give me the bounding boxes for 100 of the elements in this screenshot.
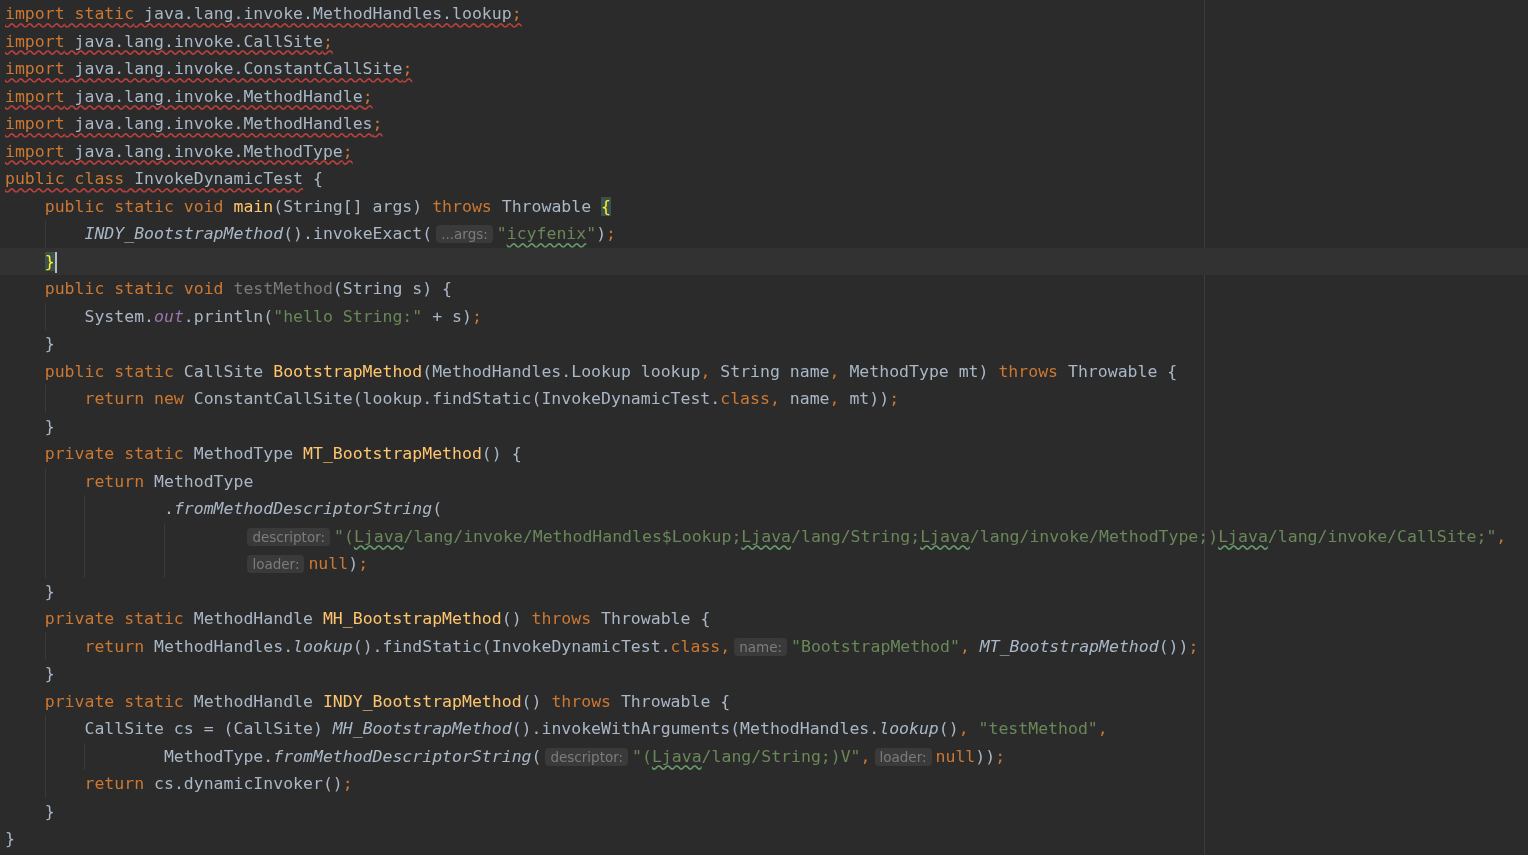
string-literal: Ljava	[920, 526, 970, 546]
string-literal: /lang/String;)V"	[701, 746, 861, 766]
code-text: )	[596, 224, 607, 243]
method-call: INDY_BootstrapMethod	[84, 224, 284, 243]
keyword: ;	[342, 141, 353, 161]
matched-brace: {	[601, 196, 611, 216]
keyword: public static void	[44, 279, 224, 298]
code-text: CallSite	[182, 361, 265, 381]
keyword: static	[73, 4, 135, 23]
keyword: ;	[889, 389, 900, 408]
code-text: ().findStatic(InvokeDynamicTest.	[352, 636, 671, 656]
code-text: MethodHandles.	[153, 636, 294, 656]
code-text: MethodHandle	[192, 691, 314, 711]
string-literal: /lang/invoke/CallSite;"	[1267, 526, 1497, 546]
string-literal: Ljava	[651, 746, 702, 766]
string-literal: "(	[334, 526, 354, 546]
code-text: CallSite cs = (CallSite)	[84, 719, 324, 738]
keyword: ;	[995, 746, 1006, 766]
keyword: import	[5, 86, 65, 106]
string-literal: Ljava	[741, 526, 791, 546]
string-literal: /lang/invoke/MethodType;)	[969, 526, 1219, 546]
code-text: Throwable {	[1066, 361, 1178, 381]
keyword: return new	[84, 389, 184, 408]
code-text: MethodType.	[163, 746, 274, 766]
keyword: public static	[44, 361, 174, 381]
keyword: return	[84, 471, 145, 491]
keyword: throws	[531, 609, 592, 628]
code-text: }	[44, 801, 55, 821]
keyword: ;	[402, 59, 413, 78]
method-name: MT_BootstrapMethod	[303, 444, 482, 463]
keyword: import	[5, 59, 65, 78]
keyword: private static	[44, 609, 184, 628]
code-text: ()	[521, 691, 543, 711]
keyword: ;	[372, 114, 383, 133]
keyword: import	[5, 4, 65, 23]
code-text: java.lang.invoke.MethodType	[73, 141, 343, 161]
keyword: return	[84, 774, 145, 793]
keyword: class,	[720, 389, 780, 408]
code-text: (String s) {	[332, 279, 453, 298]
string-literal: "	[586, 224, 597, 243]
code-text: MethodType	[153, 471, 254, 491]
keyword: public class	[5, 169, 125, 188]
code-text: java.lang.invoke.CallSite	[73, 31, 323, 51]
keyword: throws	[432, 196, 492, 216]
keyword: ;	[1188, 636, 1199, 656]
string-literal: "BootstrapMethod"	[791, 636, 960, 656]
string-literal: Ljava	[1218, 526, 1268, 546]
code-text: }	[44, 416, 55, 436]
method-call: MT_BootstrapMethod	[978, 636, 1159, 656]
keyword: ,	[829, 361, 840, 381]
keyword: ,	[829, 389, 840, 408]
keyword: private static	[44, 444, 184, 463]
keyword: ;	[358, 554, 369, 573]
method-call: lookup	[879, 719, 939, 738]
keyword: ;	[511, 4, 522, 23]
code-text: (	[531, 746, 542, 766]
method-name: BootstrapMethod	[273, 361, 423, 381]
code-text: + s)	[431, 306, 472, 326]
string-literal: /lang/String;	[791, 526, 921, 546]
keyword: private static	[44, 691, 184, 711]
parameter-hint: name:	[734, 637, 788, 656]
keyword: import	[5, 114, 65, 133]
keyword: ,	[959, 636, 970, 656]
parameter-hint: ...args:	[436, 225, 493, 243]
code-text: ())	[1158, 636, 1189, 656]
method-call: lookup	[293, 636, 353, 656]
string-literal: "(	[632, 746, 652, 766]
code-text: Throwable {	[619, 691, 731, 711]
code-text: (	[432, 499, 443, 518]
code-text: MethodHandle	[192, 609, 314, 628]
method-call: fromMethodDescriptorString	[273, 746, 532, 766]
code-text: {	[311, 169, 323, 188]
method-name: INDY_BootstrapMethod	[322, 691, 522, 711]
code-text: }	[44, 581, 55, 601]
code-text: MethodType	[192, 444, 295, 463]
code-text: InvokeDynamicTest	[133, 169, 304, 188]
string-literal: /lang/invoke/MethodHandles$Lookup;	[403, 526, 742, 546]
code-text: cs.dynamicInvoker()	[153, 774, 343, 793]
text-cursor	[54, 251, 57, 273]
keyword: null	[935, 746, 976, 766]
string-literal: Ljava	[353, 526, 404, 546]
code-text: .println(	[183, 306, 274, 326]
code-text: () {	[481, 444, 522, 463]
keyword: ,	[860, 746, 871, 766]
keyword: ,	[1097, 719, 1108, 738]
matched-brace: }	[44, 251, 55, 271]
method-call: fromMethodDescriptorString	[173, 499, 433, 518]
keyword: public static void	[44, 196, 224, 216]
code-text: ().invokeWithArguments(MethodHandles.	[511, 719, 880, 738]
code-text: }	[44, 664, 55, 683]
keyword: throws	[998, 361, 1059, 381]
parameter-hint: descriptor:	[545, 747, 629, 766]
keyword: ;	[342, 774, 353, 793]
keyword: return	[84, 636, 145, 656]
code-text: .	[163, 499, 174, 518]
code-text: name	[788, 389, 830, 408]
string-literal: "	[496, 224, 507, 243]
code-text: java.lang.invoke.MethodHandle	[73, 86, 363, 106]
code-text: ))	[975, 746, 996, 766]
keyword: ;	[606, 224, 617, 243]
